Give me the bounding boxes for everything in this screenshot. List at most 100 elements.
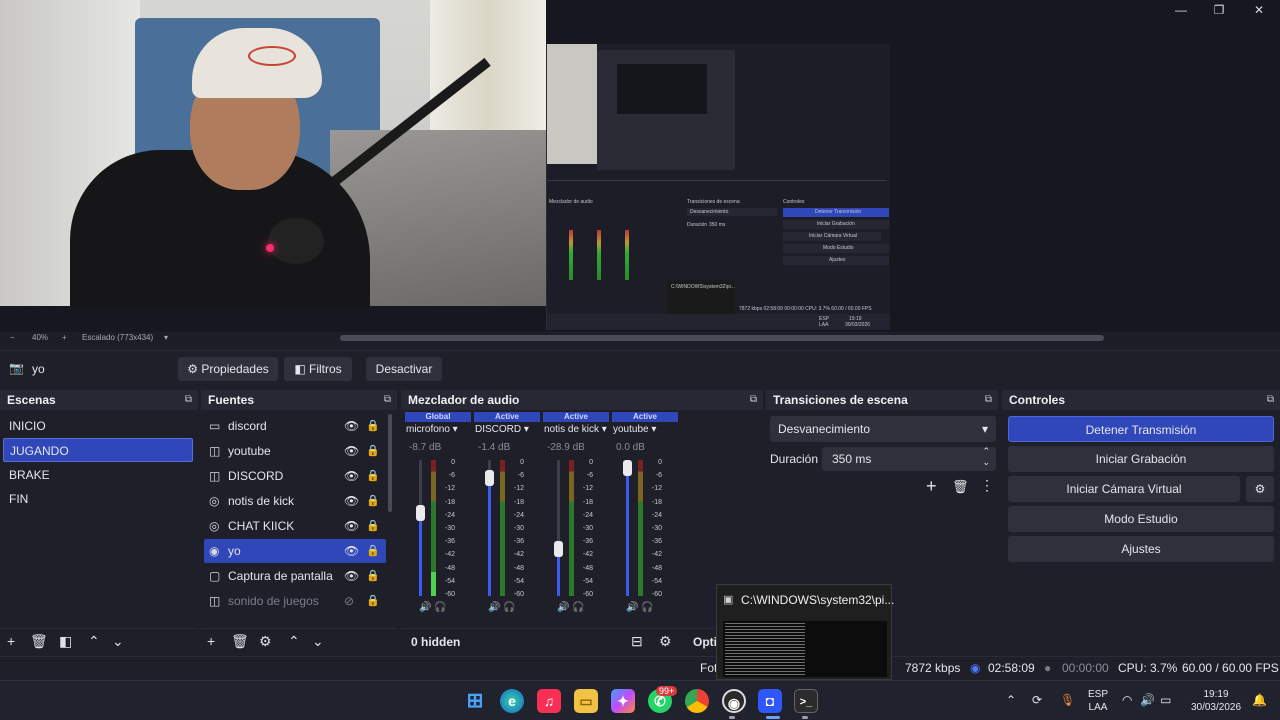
sync-icon[interactable]: ⟳ xyxy=(1032,693,1042,707)
scene-item-brake[interactable]: BRAKE xyxy=(3,463,193,487)
microphone-icon[interactable]: 🎙 xyxy=(1060,693,1075,707)
remove-source-icon[interactable]: 🗑 xyxy=(231,633,249,650)
scene-item-fin[interactable]: FIN xyxy=(3,487,193,511)
undock-icon[interactable]: ⧉ xyxy=(1267,390,1274,410)
spin-down-icon[interactable]: ⌄ xyxy=(982,457,990,468)
wifi-icon[interactable]: ◠ xyxy=(1122,693,1132,707)
lock-icon[interactable]: 🔒 xyxy=(366,489,380,513)
scene-filters-icon[interactable]: ◧ xyxy=(59,633,72,650)
eye-icon[interactable]: 👁 xyxy=(344,514,359,538)
move-down-icon[interactable]: ⌄ xyxy=(112,633,124,650)
monitor-icon[interactable]: 🎧 xyxy=(638,602,653,613)
source-item[interactable]: ◫ youtube 👁 🔒 xyxy=(204,439,386,463)
source-item[interactable]: ◫ DISCORD 👁 🔒 xyxy=(204,464,386,488)
add-scene-icon[interactable]: + xyxy=(7,633,15,649)
properties-button[interactable]: ⚙ Propiedades xyxy=(178,357,278,381)
preview-canvas[interactable]: Mezclador de audio Transiciones de escen… xyxy=(0,0,1280,332)
edge-browser-icon[interactable]: e xyxy=(500,689,524,713)
eye-icon[interactable]: 👁 xyxy=(344,414,359,438)
close-button[interactable]: ✕ xyxy=(1244,2,1274,18)
source-item[interactable]: ◎ notis de kick 👁 🔒 xyxy=(204,489,386,513)
monitor-icon[interactable]: 🎧 xyxy=(569,602,584,613)
source-properties-icon[interactable]: ⚙ xyxy=(259,633,272,650)
console-thumbnail-popup[interactable]: ▣ C:\WINDOWS\system32\pi... xyxy=(716,584,894,680)
maximize-button[interactable]: ❐ xyxy=(1204,2,1234,18)
zoom-in-button[interactable]: + xyxy=(62,333,67,342)
volume-slider-handle[interactable] xyxy=(623,460,632,476)
remove-transition-icon[interactable]: 🗑 xyxy=(952,479,969,495)
scaling-dropdown-icon[interactable]: ▾ xyxy=(164,333,168,342)
volume-slider[interactable] xyxy=(557,460,560,596)
eye-icon[interactable]: 👁 xyxy=(344,564,359,588)
file-explorer-icon[interactable]: ▭ xyxy=(574,689,598,713)
zoom-out-button[interactable]: − xyxy=(10,333,15,342)
remove-scene-icon[interactable]: 🗑 xyxy=(30,633,48,650)
keyboard-language[interactable]: ESP LAA xyxy=(1086,688,1110,714)
volume-slider-handle[interactable] xyxy=(416,505,425,522)
channel-name[interactable]: youtube ▾ xyxy=(613,424,683,435)
monitor-icon[interactable]: 🎧 xyxy=(431,602,446,613)
settings-button[interactable]: Ajustes xyxy=(1008,536,1274,562)
lock-icon[interactable]: 🔒 xyxy=(366,589,380,613)
stop-stream-button[interactable]: Detener Transmisión xyxy=(1008,416,1274,442)
chrome-icon[interactable] xyxy=(685,689,709,713)
source-item[interactable]: ◎ CHAT KIICK 👁 🔒 xyxy=(204,514,386,538)
eye-icon[interactable]: 👁 xyxy=(344,439,359,463)
move-up-icon[interactable]: ⌃ xyxy=(288,633,300,650)
music-app-icon[interactable]: ♫ xyxy=(537,689,561,713)
mixer-settings-icon[interactable]: ⚙ xyxy=(659,633,672,650)
mute-icon[interactable]: 🔊 xyxy=(626,602,638,613)
transition-menu-icon[interactable]: ⋮ xyxy=(980,477,994,494)
studio-mode-button[interactable]: Modo Estudio xyxy=(1008,506,1274,532)
undock-icon[interactable]: ⧉ xyxy=(985,390,992,410)
preview-scrollbar[interactable] xyxy=(340,335,1104,341)
lock-icon[interactable]: 🔒 xyxy=(366,464,380,488)
chevron-up-icon[interactable]: ⌃ xyxy=(1006,693,1016,707)
sources-scrollbar[interactable] xyxy=(388,414,392,512)
source-item[interactable]: ◉ yo 👁 🔒 xyxy=(204,539,386,563)
minimize-button[interactable]: — xyxy=(1166,2,1196,18)
undock-icon[interactable]: ⧉ xyxy=(384,390,391,410)
undock-icon[interactable]: ⧉ xyxy=(750,390,757,410)
lock-icon[interactable]: 🔒 xyxy=(366,539,380,563)
copilot-icon[interactable]: ✦ xyxy=(611,689,635,713)
terminal-icon[interactable]: >_ xyxy=(794,689,818,713)
move-up-icon[interactable]: ⌃ xyxy=(88,633,100,650)
add-transition-icon[interactable]: + xyxy=(926,476,937,497)
options-label[interactable]: Opti xyxy=(693,635,717,649)
eye-icon[interactable]: 👁 xyxy=(344,464,359,488)
eye-icon[interactable]: 👁 xyxy=(344,489,359,513)
lock-icon[interactable]: 🔒 xyxy=(366,564,380,588)
notifications-icon[interactable]: 🔔 xyxy=(1252,693,1267,707)
volume-slider-handle[interactable] xyxy=(485,470,494,487)
source-item[interactable]: ▭ discord 👁 🔒 xyxy=(204,414,386,438)
channel-name[interactable]: DISCORD ▾ xyxy=(475,424,545,435)
move-down-icon[interactable]: ⌄ xyxy=(312,633,324,650)
lock-icon[interactable]: 🔒 xyxy=(366,414,380,438)
eye-icon[interactable]: 👁 xyxy=(344,539,359,563)
channel-name[interactable]: microfono ▾ xyxy=(406,424,476,435)
clock[interactable]: 19:19 30/03/2026 xyxy=(1186,688,1246,714)
transition-select[interactable]: Desvanecimiento ▾ xyxy=(770,416,996,442)
start-recording-button[interactable]: Iniciar Grabación xyxy=(1008,446,1274,472)
channel-name[interactable]: notis de kick ▾ xyxy=(544,424,614,435)
eye-hidden-icon[interactable]: ⊘ xyxy=(344,589,354,613)
lock-icon[interactable]: 🔒 xyxy=(366,439,380,463)
source-item[interactable]: ◫ sonido de juegos ⊘ 🔒 xyxy=(204,589,386,613)
virtual-camera-settings-button[interactable]: ⚙ xyxy=(1246,476,1274,502)
filters-button[interactable]: ◧ Filtros xyxy=(284,357,352,381)
mute-icon[interactable]: 🔊 xyxy=(557,602,569,613)
spin-up-icon[interactable]: ⌃ xyxy=(982,446,990,457)
mixer-layout-icon[interactable]: ⊟ xyxy=(631,633,643,650)
lock-icon[interactable]: 🔒 xyxy=(366,514,380,538)
volume-icon[interactable]: 🔊 xyxy=(1140,693,1155,707)
monitor-icon[interactable]: 🎧 xyxy=(500,602,515,613)
scene-item-jugando[interactable]: JUGANDO xyxy=(3,438,193,462)
battery-icon[interactable]: ▭ xyxy=(1160,693,1171,707)
windows-start-icon[interactable]: ⊞ xyxy=(463,689,487,713)
scene-item-inicio[interactable]: INICIO xyxy=(3,414,193,438)
add-source-icon[interactable]: + xyxy=(207,633,215,649)
obs-icon[interactable]: ◉ xyxy=(722,689,746,713)
volume-slider-handle[interactable] xyxy=(554,540,563,557)
mute-icon[interactable]: 🔊 xyxy=(419,602,431,613)
